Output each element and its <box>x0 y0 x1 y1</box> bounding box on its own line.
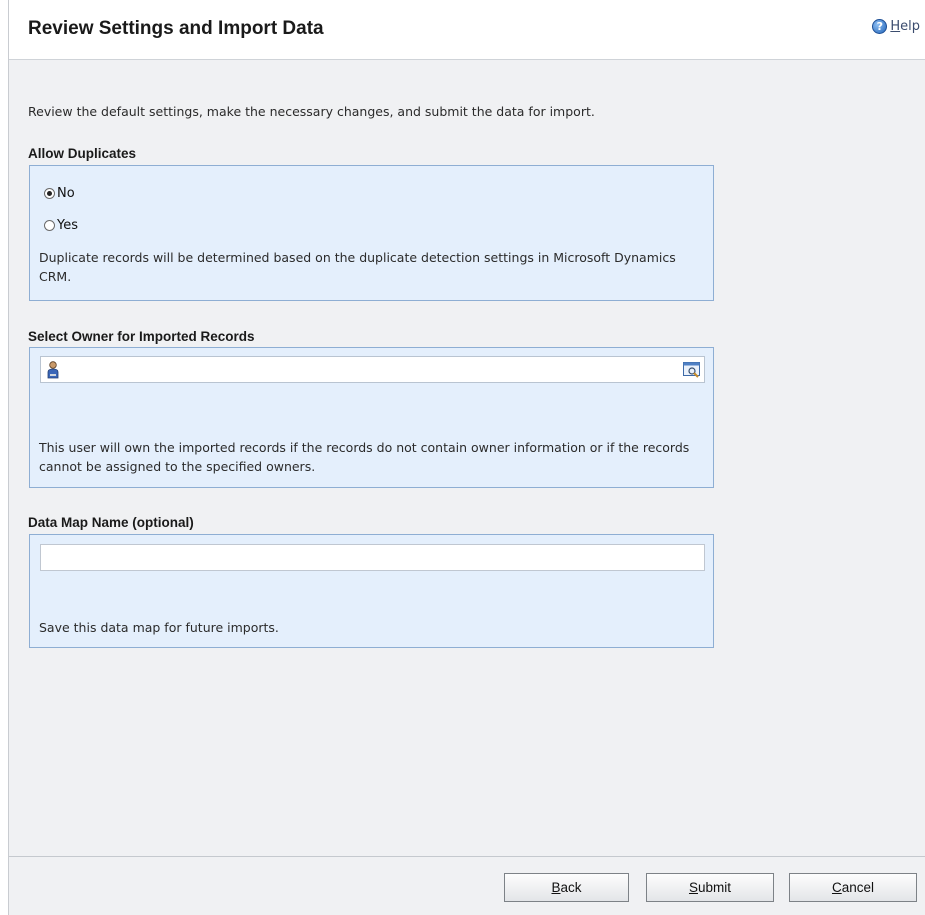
cancel-button[interactable]: Cancel <box>789 873 917 902</box>
import-wizard-window: Review Settings and Import Data ? Help R… <box>8 0 925 915</box>
datamap-panel: Save this data map for future imports. <box>29 534 714 648</box>
help-icon: ? <box>872 19 888 34</box>
owner-label: Select Owner for Imported Records <box>28 329 255 344</box>
lookup-icon[interactable] <box>683 362 701 378</box>
footer-bar: Back Submit Cancel <box>9 856 925 915</box>
radio-no[interactable] <box>44 188 55 199</box>
radio-option-no[interactable]: No <box>44 186 75 201</box>
back-button[interactable]: Back <box>504 873 629 902</box>
user-icon <box>47 361 59 379</box>
radio-no-label: No <box>57 186 75 201</box>
owner-panel: This user will own the imported records … <box>29 347 714 488</box>
intro-text: Review the default settings, make the ne… <box>28 104 595 119</box>
submit-button[interactable]: Submit <box>646 873 774 902</box>
radio-yes[interactable] <box>44 220 55 231</box>
allow-duplicates-panel: No Yes Duplicate records will be determi… <box>29 165 714 301</box>
owner-lookup-field[interactable] <box>40 356 705 383</box>
header-bar: Review Settings and Import Data ? Help <box>9 0 925 60</box>
duplicates-description: Duplicate records will be determined bas… <box>39 250 676 284</box>
help-label: Help <box>890 19 920 34</box>
datamap-description: Save this data map for future imports. <box>39 620 279 635</box>
page-title: Review Settings and Import Data <box>28 18 324 39</box>
help-link[interactable]: ? Help <box>872 19 920 34</box>
datamap-label: Data Map Name (optional) <box>28 515 194 530</box>
allow-duplicates-label: Allow Duplicates <box>28 146 137 161</box>
radio-yes-label: Yes <box>57 218 78 233</box>
datamap-name-input[interactable] <box>40 544 705 571</box>
owner-description: This user will own the imported records … <box>39 440 690 474</box>
radio-option-yes[interactable]: Yes <box>44 218 78 233</box>
